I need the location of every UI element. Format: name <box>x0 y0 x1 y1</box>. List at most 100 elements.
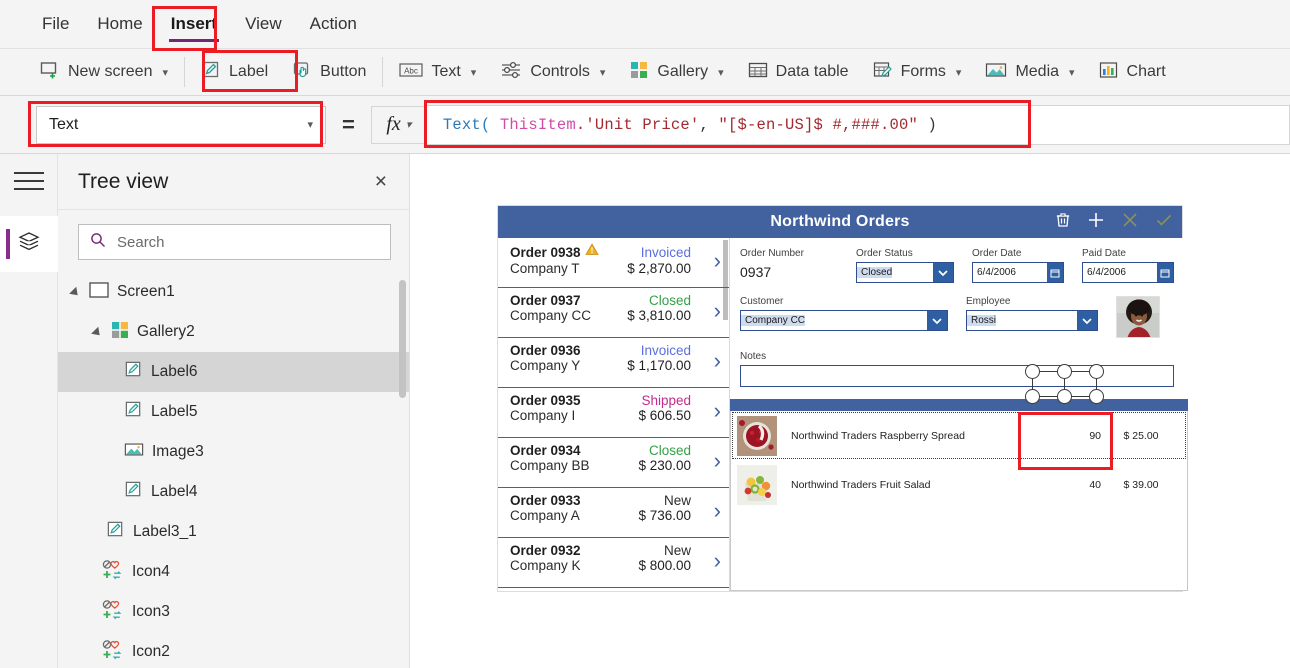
plus-icon[interactable] <box>1086 210 1106 235</box>
order-details-gallery[interactable]: Northwind Traders Raspberry Spread 90 $ … <box>730 411 1188 591</box>
tree-scrollbar-thumb[interactable] <box>399 280 406 398</box>
chevron-down-icon[interactable]: ▾ <box>406 118 412 131</box>
tree-item-label4[interactable]: Label4 <box>58 472 409 512</box>
field-label: Notes <box>740 351 767 362</box>
chevron-down-icon[interactable]: ▾ <box>718 66 724 79</box>
icon-group-icon <box>102 559 124 586</box>
order-company: Company Y <box>510 358 581 373</box>
order-amount: $ 2,870.00 <box>627 261 691 276</box>
menu-item-label: Home <box>97 14 143 33</box>
label-pencil-icon <box>201 60 221 85</box>
chevron-down-icon[interactable]: ▾ <box>600 66 606 79</box>
chevron-right-icon[interactable]: › <box>714 250 721 272</box>
tree-item-label5[interactable]: Label5 <box>58 392 409 432</box>
product-row[interactable]: Northwind Traders Raspberry Spread 90 $ … <box>731 411 1187 460</box>
ribbon-label: Chart <box>1126 63 1166 80</box>
chevron-right-icon[interactable]: › <box>714 550 721 572</box>
field-paid-date: Paid Date 6/4/2006 <box>1082 248 1174 283</box>
hamburger-menu-icon[interactable] <box>13 168 44 194</box>
tree-view-rail-tab[interactable] <box>0 216 58 272</box>
ribbon-forms-button[interactable]: Forms ▾ <box>861 56 974 89</box>
ribbon-button-button[interactable]: Button <box>280 55 378 90</box>
search-input[interactable]: Search <box>78 224 391 260</box>
ribbon-gallery-button[interactable]: Gallery ▾ <box>617 55 735 90</box>
property-select[interactable]: Text ▾ <box>36 105 326 144</box>
tree-item-icon4[interactable]: Icon4 <box>58 552 409 592</box>
property-select-value: Text <box>49 115 79 133</box>
tree-item-label: Label5 <box>151 403 198 420</box>
chevron-down-icon[interactable] <box>933 263 953 282</box>
ribbon-label: Data table <box>775 63 849 80</box>
order-date-picker[interactable]: 6/4/2006 <box>972 262 1064 283</box>
fx-button[interactable]: fx ▾ <box>370 105 427 144</box>
order-card[interactable]: Order 0938 Invoiced Company T $ 2,870.00 <box>498 238 729 288</box>
ribbon-controls-button[interactable]: Controls ▾ <box>488 55 617 90</box>
order-card[interactable]: Order 0937 Closed Company CC $ 3,810.00 … <box>498 288 729 338</box>
tree-item-icon3[interactable]: Icon3 <box>58 592 409 632</box>
expander-arrow-icon[interactable] <box>69 286 82 299</box>
raspberry-spread-thumb <box>737 415 777 456</box>
order-card[interactable]: Order 0934 Closed Company BB $ 230.00 › <box>498 438 729 488</box>
order-card[interactable]: Order 0936 Invoiced Company Y $ 1,170.00… <box>498 338 729 388</box>
order-card[interactable]: Order 0932 New Company K $ 800.00 › <box>498 538 729 588</box>
equals-sign: = <box>342 111 355 137</box>
calendar-icon[interactable] <box>1047 263 1063 282</box>
close-icon[interactable]: × <box>375 171 387 192</box>
order-card[interactable]: Order 0935 Shipped Company I $ 606.50 › <box>498 388 729 438</box>
chevron-right-icon[interactable]: › <box>714 350 721 372</box>
ribbon-data-table-button[interactable]: Data table <box>736 56 861 89</box>
chevron-right-icon[interactable]: › <box>714 400 721 422</box>
chevron-down-icon[interactable]: ▾ <box>1069 66 1075 79</box>
chevron-down-icon[interactable]: ▾ <box>162 66 168 79</box>
trash-icon[interactable] <box>1054 211 1072 234</box>
ribbon-chart-button[interactable]: Chart <box>1087 56 1178 89</box>
menu-item-insert[interactable]: Insert <box>157 8 231 42</box>
products-divider <box>730 399 1188 411</box>
chevron-down-icon[interactable] <box>1077 311 1097 330</box>
orders-gallery[interactable]: Order 0938 Invoiced Company T $ 2,870.00 <box>498 238 730 591</box>
chevron-right-icon[interactable]: › <box>714 500 721 522</box>
cancel-x-icon[interactable] <box>1120 210 1140 235</box>
ribbon-label-button[interactable]: Label <box>189 55 280 90</box>
menu-item-file[interactable]: File <box>28 8 83 40</box>
tree-item-screen1[interactable]: Screen1 <box>58 272 409 312</box>
customer-dropdown[interactable]: Company CC <box>740 310 948 331</box>
order-id: Order 0932 <box>510 543 581 558</box>
notes-input[interactable] <box>740 365 1174 387</box>
employee-dropdown[interactable]: Rossi <box>966 310 1098 331</box>
order-card[interactable]: Order 0933 New Company A $ 736.00 › <box>498 488 729 538</box>
menu-item-action[interactable]: Action <box>296 8 371 40</box>
tree-item-image3[interactable]: Image3 <box>58 432 409 472</box>
tree-item-gallery2[interactable]: Gallery2 <box>58 312 409 352</box>
tree-item-label6[interactable]: Label6 <box>58 352 409 392</box>
main-body: Tree view × Search Screen1 Gallery2 Labe… <box>0 154 1290 668</box>
chart-bars-icon <box>1099 61 1119 84</box>
ribbon-media-button[interactable]: Media ▾ <box>973 56 1086 89</box>
paid-date-picker[interactable]: 6/4/2006 <box>1082 262 1174 283</box>
chevron-down-icon[interactable]: ▾ <box>471 66 477 79</box>
field-customer: Customer Company CC <box>740 296 948 331</box>
tree-item-label: Icon4 <box>132 563 170 580</box>
confirm-check-icon[interactable] <box>1154 210 1174 235</box>
chevron-right-icon[interactable]: › <box>714 300 721 322</box>
field-label: Paid Date <box>1082 248 1126 259</box>
menu-item-home[interactable]: Home <box>83 8 156 40</box>
ribbon-label: Forms <box>900 63 946 80</box>
calendar-icon[interactable] <box>1157 263 1173 282</box>
expander-arrow-icon[interactable] <box>91 326 104 339</box>
employee-value: Rossi <box>967 315 997 326</box>
ribbon-new-screen-button[interactable]: New screen ▾ <box>28 55 180 90</box>
tree-item-label3-1[interactable]: Label3_1 <box>58 512 409 552</box>
tree-item-icon2[interactable]: Icon2 <box>58 632 409 668</box>
chevron-down-icon[interactable] <box>927 311 947 330</box>
chevron-right-icon[interactable]: › <box>714 450 721 472</box>
chevron-down-icon[interactable]: ▾ <box>956 66 962 79</box>
chevron-down-icon[interactable]: ▾ <box>307 118 313 131</box>
field-employee: Employee Rossi <box>966 296 1098 331</box>
ribbon-text-button[interactable]: Abc Text ▾ <box>387 56 488 89</box>
formula-input[interactable]: Text( ThisItem.'Unit Price', "[$-en-US]$… <box>426 104 1290 145</box>
abc-text-icon: Abc <box>399 61 424 84</box>
order-status-dropdown[interactable]: Closed <box>856 262 954 283</box>
menu-item-view[interactable]: View <box>231 8 296 40</box>
product-row[interactable]: Northwind Traders Fruit Salad 40 $ 39.00 <box>731 460 1187 509</box>
